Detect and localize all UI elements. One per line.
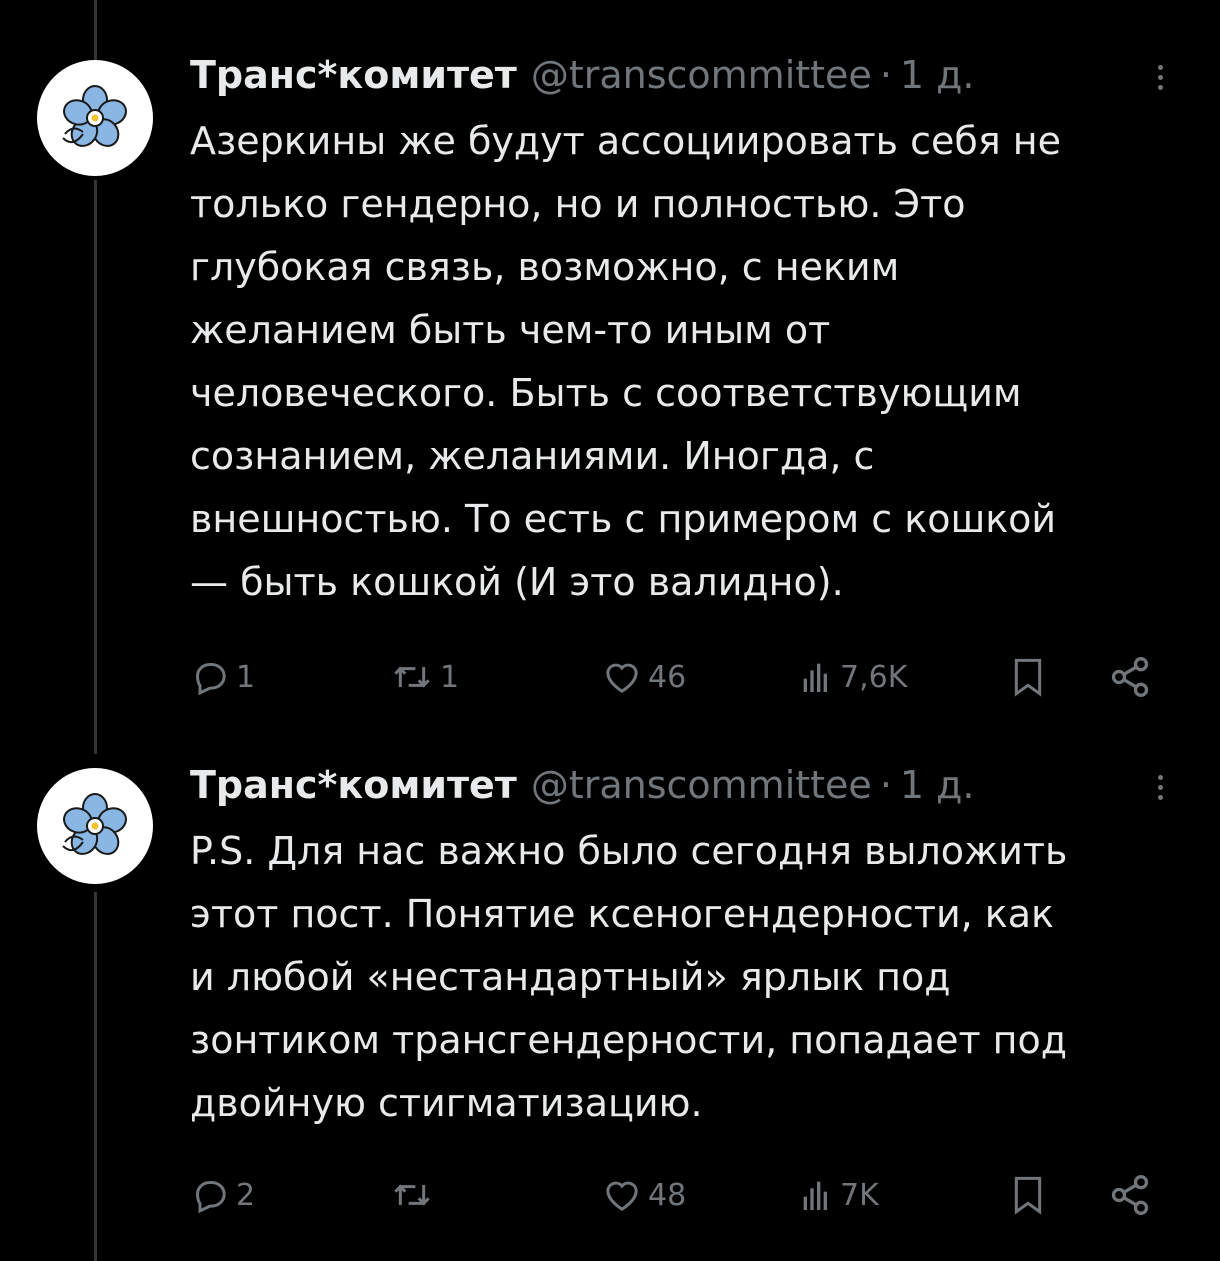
separator: · (879, 763, 892, 807)
action-bar: 2 48 7K (190, 1170, 1170, 1220)
retweet-button[interactable]: 1 (390, 652, 459, 702)
forget-me-not-avatar (62, 85, 127, 147)
text-line: двойную стигматизацию. (190, 1081, 703, 1125)
reply-count: 1 (236, 659, 256, 695)
share-button[interactable] (1108, 652, 1152, 702)
avatar[interactable] (37, 60, 153, 176)
display-name[interactable]: Транс*комитет (190, 53, 517, 97)
separator: · (879, 53, 892, 97)
like-count: 48 (648, 1177, 687, 1213)
timestamp[interactable]: 1 д. (900, 763, 975, 807)
user-handle[interactable]: @transcommittee (531, 53, 872, 97)
retweet-icon (394, 1184, 430, 1206)
text-line: — быть кошкой (И это валидно). (190, 560, 844, 604)
text-line: желанием быть чем-то иным от (190, 308, 831, 352)
display-name[interactable]: Транс*комитет (190, 763, 517, 807)
tweet-header: Транс*комитет @transcommittee · 1 д. (190, 760, 975, 810)
text-line: зонтиком трансгендерности, попадает под (190, 1018, 1068, 1062)
bookmark-icon (1014, 1176, 1042, 1215)
views-count: 7K (840, 1177, 879, 1213)
reply-button[interactable]: 1 (190, 652, 255, 702)
bookmark-icon (1014, 658, 1042, 697)
share-icon (1111, 657, 1149, 697)
user-handle[interactable]: @transcommittee (531, 763, 872, 807)
text-line: этот пост. Понятие ксеногендерности, как (190, 892, 1054, 936)
text-line: глубокая связь, возможно, с неким (190, 245, 900, 289)
retweet-button[interactable] (390, 1170, 440, 1220)
text-line: Азеркины же будут ассоциировать себя не (190, 119, 1061, 163)
tweet-header: Транс*комитет @transcommittee · 1 д. (190, 50, 975, 100)
text-line: и любой «нестандартный» ярлык под (190, 955, 951, 999)
text-line: человеческого. Быть с соответствующим (190, 371, 1022, 415)
forget-me-not-avatar (62, 793, 127, 855)
views-button[interactable]: 7K (800, 1170, 879, 1220)
text-line: внешностью. То есть с примером с кошкой (190, 497, 1057, 541)
tweet-text: Азеркины же будут ассоциировать себя не … (190, 110, 1190, 614)
views-icon (803, 663, 827, 692)
reply-count: 2 (236, 1177, 256, 1213)
text-line: только гендерно, но и полностью. Это (190, 182, 966, 226)
timestamp[interactable]: 1 д. (900, 53, 975, 97)
reply-icon (195, 1181, 226, 1214)
share-icon (1111, 1175, 1149, 1215)
like-button[interactable]: 46 (602, 652, 686, 702)
reply-button[interactable]: 2 (190, 1170, 255, 1220)
share-button[interactable] (1108, 1170, 1152, 1220)
like-count: 46 (648, 659, 687, 695)
bookmark-button[interactable] (1008, 1170, 1048, 1220)
retweet-count: 1 (440, 659, 460, 695)
more-icon[interactable] (1150, 52, 1170, 102)
text-line: P.S. Для нас важно было сегодня выложить (190, 829, 1068, 873)
retweet-icon (394, 666, 430, 688)
avatar[interactable] (37, 768, 153, 884)
more-icon[interactable] (1150, 762, 1170, 812)
views-icon (803, 1181, 827, 1210)
tweet[interactable]: Транс*комитет @transcommittee · 1 д. Азе… (0, 0, 1220, 740)
like-button[interactable]: 48 (602, 1170, 686, 1220)
tweet-text: P.S. Для нас важно было сегодня выложить… (190, 820, 1190, 1135)
views-count: 7,6K (840, 659, 908, 695)
action-bar: 1 1 46 7,6K (190, 652, 1170, 702)
like-icon (606, 663, 638, 693)
bookmark-button[interactable] (1008, 652, 1048, 702)
views-button[interactable]: 7,6K (800, 652, 907, 702)
reply-icon (195, 663, 226, 696)
text-line: сознанием, желаниями. Иногда, с (190, 434, 875, 478)
tweet[interactable]: Транс*комитет @transcommittee · 1 д. P.S… (0, 740, 1220, 1261)
like-icon (606, 1181, 638, 1211)
